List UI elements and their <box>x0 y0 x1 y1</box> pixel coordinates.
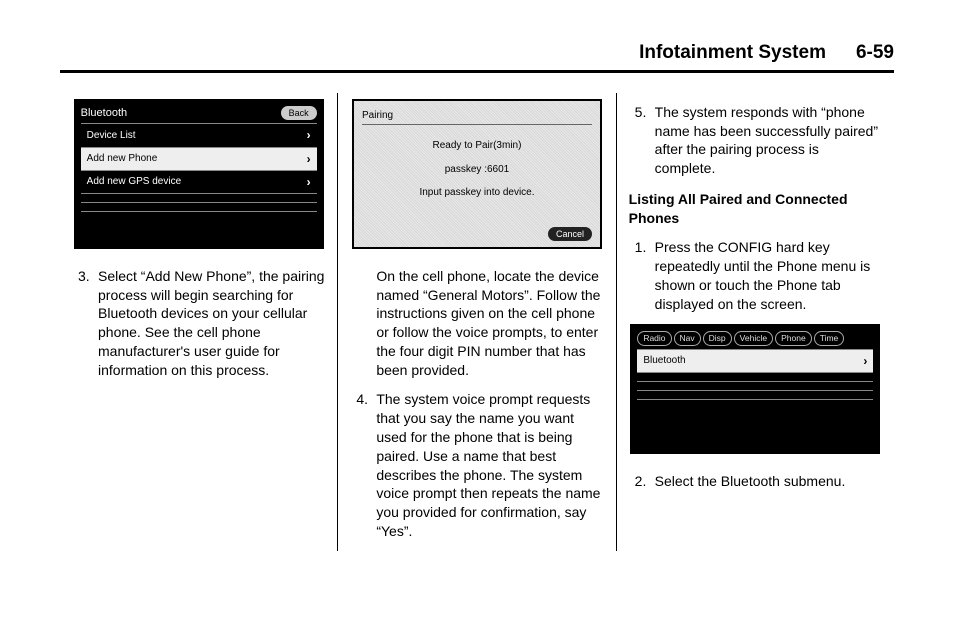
menu-row-label: Device List <box>87 129 136 143</box>
step-5: 5. The system responds with “phone name … <box>635 103 882 179</box>
chevron-right-icon: › <box>307 127 311 143</box>
tab-nav: Nav <box>674 331 701 346</box>
menu-row-label: Add new Phone <box>87 152 158 166</box>
cancel-button: Cancel <box>548 227 592 241</box>
pairing-screenshot: Pairing Ready to Pair(3min) passkey :660… <box>352 99 602 249</box>
column-1: Bluetooth Back Device List › Add new Pho… <box>60 93 337 551</box>
menu-row-bluetooth: Bluetooth › <box>637 349 873 373</box>
blank-row <box>637 399 873 409</box>
menu-row-add-phone: Add new Phone › <box>81 147 317 171</box>
step-text: Press the CONFIG hard key repeatedly unt… <box>655 238 882 314</box>
step-text: The system responds with “phone name has… <box>655 103 882 179</box>
section-heading: Listing All Paired and Connected Phones <box>629 190 882 228</box>
step-3: 3. Select “Add New Phone”, the pairing p… <box>78 267 325 380</box>
chevron-right-icon: › <box>307 151 311 167</box>
content-columns: Bluetooth Back Device List › Add new Pho… <box>60 93 894 551</box>
step-2: 2. Select the Bluetooth submenu. <box>635 472 882 491</box>
config-menu-screenshot: Radio Nav Disp Vehicle Phone Time Blueto… <box>630 324 880 454</box>
tab-vehicle: Vehicle <box>734 331 773 346</box>
tabs-row: Radio Nav Disp Vehicle Phone Time <box>637 331 873 346</box>
step-text: Select “Add New Phone”, the pairing proc… <box>98 267 325 380</box>
step-number: 3. <box>78 267 98 380</box>
step-number: 1. <box>635 238 655 314</box>
step-text: Select the Bluetooth submenu. <box>655 472 882 491</box>
pairing-title: Pairing <box>362 109 592 126</box>
pairing-line2: passkey :6601 <box>362 163 592 177</box>
pairing-body: Ready to Pair(3min) passkey :6601 Input … <box>362 139 592 200</box>
step-number: 2. <box>635 472 655 491</box>
header-title: Infotainment System <box>639 40 826 66</box>
screen-title: Bluetooth <box>81 106 127 121</box>
step-number: 5. <box>635 103 655 179</box>
screen-header: Bluetooth Back <box>81 106 317 121</box>
menu-row-label: Bluetooth <box>643 354 685 368</box>
tab-radio: Radio <box>637 331 671 346</box>
tab-time: Time <box>814 331 845 346</box>
paragraph: On the cell phone, locate the device nam… <box>376 267 603 380</box>
column-2: Pairing Ready to Pair(3min) passkey :660… <box>337 93 615 551</box>
blank-row <box>81 211 317 221</box>
pairing-line1: Ready to Pair(3min) <box>362 139 592 153</box>
tab-phone: Phone <box>775 331 812 346</box>
back-button: Back <box>281 106 317 120</box>
step-4: 4. The system voice prompt requests that… <box>356 390 603 541</box>
menu-row-add-gps: Add new GPS device › <box>81 170 317 194</box>
step-text: The system voice prompt requests that yo… <box>376 390 603 541</box>
bluetooth-menu-screenshot: Bluetooth Back Device List › Add new Pho… <box>74 99 324 249</box>
header-page-number: 6-59 <box>856 40 894 66</box>
column-3: 5. The system responds with “phone name … <box>616 93 894 551</box>
menu-row-device-list: Device List › <box>81 123 317 147</box>
page-header: Infotainment System 6-59 <box>60 40 894 73</box>
pairing-line3: Input passkey into device. <box>362 186 592 200</box>
step-1: 1. Press the CONFIG hard key repeatedly … <box>635 238 882 314</box>
chevron-right-icon: › <box>863 353 867 369</box>
chevron-right-icon: › <box>307 174 311 190</box>
tab-disp: Disp <box>703 331 732 346</box>
step-number: 4. <box>356 390 376 541</box>
menu-row-label: Add new GPS device <box>87 175 182 189</box>
